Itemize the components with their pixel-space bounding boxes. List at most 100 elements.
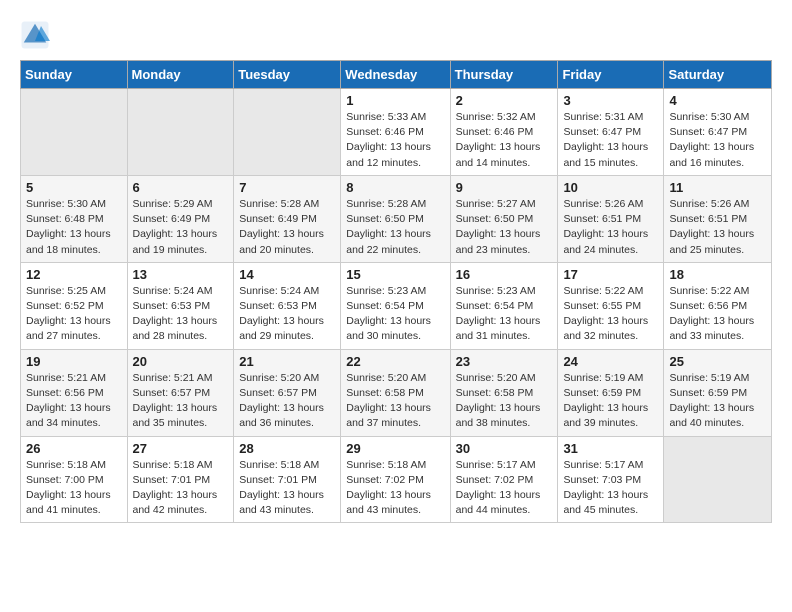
- day-number: 31: [563, 441, 658, 456]
- calendar-cell: 20Sunrise: 5:21 AM Sunset: 6:57 PM Dayli…: [127, 349, 234, 436]
- weekday-header-saturday: Saturday: [664, 61, 772, 89]
- weekday-header-wednesday: Wednesday: [341, 61, 450, 89]
- calendar-cell: 29 Sunrise: 5:18 AM Sunset: 7:02 PM Dayli…: [341, 436, 450, 523]
- calendar-cell: 18 Sunrise: 5:22 AM Sunset: 6:56 PM Dayli…: [664, 262, 772, 349]
- day-info: Sunrise: 5:26 AM Sunset: 6:51 PM Dayligh…: [669, 197, 766, 258]
- day-info: Sunrise: 5:25 AM Sunset: 6:52 PM Dayligh…: [26, 284, 122, 345]
- day-info: Sunrise: 5:22 AM Sunset: 6:56 PM Dayligh…: [669, 284, 766, 345]
- day-info: Sunrise: 5:18 AM Sunset: 7:00 PM Dayligh…: [26, 458, 122, 519]
- day-number: 16: [456, 267, 553, 282]
- day-info: Sunrise: 5:19 AM Sunset: 6:59 PM Dayligh…: [669, 371, 766, 432]
- day-number: 24: [563, 354, 658, 369]
- calendar-cell: 28 Sunrise: 5:18 AM Sunset: 7:01 PM Dayli…: [234, 436, 341, 523]
- day-number: 15: [346, 267, 444, 282]
- logo-icon: [20, 20, 50, 50]
- day-info: Sunrise: 5:20 AM Sunset: 6:58 PM Dayligh…: [346, 371, 444, 432]
- day-number: 30: [456, 441, 553, 456]
- day-number: 11: [669, 180, 766, 195]
- day-info: Sunrise: 5:22 AM Sunset: 6:55 PM Dayligh…: [563, 284, 658, 345]
- day-number: 4: [669, 93, 766, 108]
- day-info: Sunrise: 5:30 AM Sunset: 6:48 PM Dayligh…: [26, 197, 122, 258]
- day-info: Sunrise: 5:27 AM Sunset: 6:50 PM Dayligh…: [456, 197, 553, 258]
- day-number: 8: [346, 180, 444, 195]
- logo: [20, 20, 52, 50]
- day-info: Sunrise: 5:32 AM Sunset: 6:46 PM Dayligh…: [456, 110, 553, 171]
- calendar-cell: 2 Sunrise: 5:32 AM Sunset: 6:46 PM Daylig…: [450, 89, 558, 176]
- weekday-header-tuesday: Tuesday: [234, 61, 341, 89]
- day-number: 29: [346, 441, 444, 456]
- page-header: [20, 20, 772, 50]
- calendar-cell: 6 Sunrise: 5:29 AM Sunset: 6:49 PM Daylig…: [127, 175, 234, 262]
- day-info: Sunrise: 5:21 AM Sunset: 6:57 PM Dayligh…: [133, 371, 229, 432]
- day-info: Sunrise: 5:20 AM Sunset: 6:57 PM Dayligh…: [239, 371, 335, 432]
- day-number: 22: [346, 354, 444, 369]
- day-info: Sunrise: 5:23 AM Sunset: 6:54 PM Dayligh…: [456, 284, 553, 345]
- day-number: 28: [239, 441, 335, 456]
- day-info: Sunrise: 5:24 AM Sunset: 6:53 PM Dayligh…: [239, 284, 335, 345]
- calendar-cell: 10 Sunrise: 5:26 AM Sunset: 6:51 PM Dayli…: [558, 175, 664, 262]
- day-info: Sunrise: 5:17 AM Sunset: 7:03 PM Dayligh…: [563, 458, 658, 519]
- day-number: 23: [456, 354, 553, 369]
- day-number: 27: [133, 441, 229, 456]
- day-info: Sunrise: 5:18 AM Sunset: 7:01 PM Dayligh…: [239, 458, 335, 519]
- day-number: 7: [239, 180, 335, 195]
- day-number: 19: [26, 354, 122, 369]
- calendar-cell: 12 Sunrise: 5:25 AM Sunset: 6:52 PM Dayli…: [21, 262, 128, 349]
- day-number: 14: [239, 267, 335, 282]
- day-number: 18: [669, 267, 766, 282]
- day-number: 6: [133, 180, 229, 195]
- day-info: Sunrise: 5:20 AM Sunset: 6:58 PM Dayligh…: [456, 371, 553, 432]
- calendar-cell: 11 Sunrise: 5:26 AM Sunset: 6:51 PM Dayli…: [664, 175, 772, 262]
- calendar-cell: 24 Sunrise: 5:19 AM Sunset: 6:59 PM Dayli…: [558, 349, 664, 436]
- day-info: Sunrise: 5:28 AM Sunset: 6:49 PM Dayligh…: [239, 197, 335, 258]
- calendar-cell: [664, 436, 772, 523]
- day-info: Sunrise: 5:31 AM Sunset: 6:47 PM Dayligh…: [563, 110, 658, 171]
- calendar-table: SundayMondayTuesdayWednesdayThursdayFrid…: [20, 60, 772, 523]
- calendar-cell: 23 Sunrise: 5:20 AM Sunset: 6:58 PM Dayli…: [450, 349, 558, 436]
- day-number: 10: [563, 180, 658, 195]
- calendar-cell: 7 Sunrise: 5:28 AM Sunset: 6:49 PM Daylig…: [234, 175, 341, 262]
- day-info: Sunrise: 5:21 AM Sunset: 6:56 PM Dayligh…: [26, 371, 122, 432]
- weekday-header-friday: Friday: [558, 61, 664, 89]
- calendar-cell: 5 Sunrise: 5:30 AM Sunset: 6:48 PM Daylig…: [21, 175, 128, 262]
- day-info: Sunrise: 5:26 AM Sunset: 6:51 PM Dayligh…: [563, 197, 658, 258]
- weekday-header-thursday: Thursday: [450, 61, 558, 89]
- day-number: 26: [26, 441, 122, 456]
- calendar-cell: 22 Sunrise: 5:20 AM Sunset: 6:58 PM Dayli…: [341, 349, 450, 436]
- day-number: 13: [133, 267, 229, 282]
- calendar-cell: 4 Sunrise: 5:30 AM Sunset: 6:47 PM Daylig…: [664, 89, 772, 176]
- day-info: Sunrise: 5:28 AM Sunset: 6:50 PM Dayligh…: [346, 197, 444, 258]
- day-info: Sunrise: 5:18 AM Sunset: 7:01 PM Dayligh…: [133, 458, 229, 519]
- day-number: 21: [239, 354, 335, 369]
- day-number: 12: [26, 267, 122, 282]
- day-info: Sunrise: 5:29 AM Sunset: 6:49 PM Dayligh…: [133, 197, 229, 258]
- calendar-cell: 14 Sunrise: 5:24 AM Sunset: 6:53 PM Dayli…: [234, 262, 341, 349]
- calendar-cell: 1 Sunrise: 5:33 AM Sunset: 6:46 PM Daylig…: [341, 89, 450, 176]
- day-number: 2: [456, 93, 553, 108]
- calendar-cell: 16 Sunrise: 5:23 AM Sunset: 6:54 PM Dayli…: [450, 262, 558, 349]
- day-info: Sunrise: 5:33 AM Sunset: 6:46 PM Dayligh…: [346, 110, 444, 171]
- calendar-cell: 27 Sunrise: 5:18 AM Sunset: 7:01 PM Dayli…: [127, 436, 234, 523]
- calendar-cell: 17 Sunrise: 5:22 AM Sunset: 6:55 PM Dayli…: [558, 262, 664, 349]
- day-number: 1: [346, 93, 444, 108]
- calendar-cell: 26 Sunrise: 5:18 AM Sunset: 7:00 PM Dayli…: [21, 436, 128, 523]
- day-number: 5: [26, 180, 122, 195]
- calendar-cell: 19 Sunrise: 5:21 AM Sunset: 6:56 PM Dayli…: [21, 349, 128, 436]
- day-info: Sunrise: 5:24 AM Sunset: 6:53 PM Dayligh…: [133, 284, 229, 345]
- calendar-cell: 25Sunrise: 5:19 AM Sunset: 6:59 PM Dayli…: [664, 349, 772, 436]
- day-number: 9: [456, 180, 553, 195]
- day-info: Sunrise: 5:19 AM Sunset: 6:59 PM Dayligh…: [563, 371, 658, 432]
- weekday-header-sunday: Sunday: [21, 61, 128, 89]
- calendar-cell: [234, 89, 341, 176]
- calendar-cell: 15 Sunrise: 5:23 AM Sunset: 6:54 PM Dayli…: [341, 262, 450, 349]
- calendar-cell: 9 Sunrise: 5:27 AM Sunset: 6:50 PM Daylig…: [450, 175, 558, 262]
- day-info: Sunrise: 5:30 AM Sunset: 6:47 PM Dayligh…: [669, 110, 766, 171]
- day-number: 17: [563, 267, 658, 282]
- calendar-cell: 13 Sunrise: 5:24 AM Sunset: 6:53 PM Dayli…: [127, 262, 234, 349]
- day-info: Sunrise: 5:23 AM Sunset: 6:54 PM Dayligh…: [346, 284, 444, 345]
- weekday-header-monday: Monday: [127, 61, 234, 89]
- calendar-cell: [127, 89, 234, 176]
- calendar-cell: 21 Sunrise: 5:20 AM Sunset: 6:57 PM Dayli…: [234, 349, 341, 436]
- day-info: Sunrise: 5:18 AM Sunset: 7:02 PM Dayligh…: [346, 458, 444, 519]
- calendar-cell: 30Sunrise: 5:17 AM Sunset: 7:02 PM Dayli…: [450, 436, 558, 523]
